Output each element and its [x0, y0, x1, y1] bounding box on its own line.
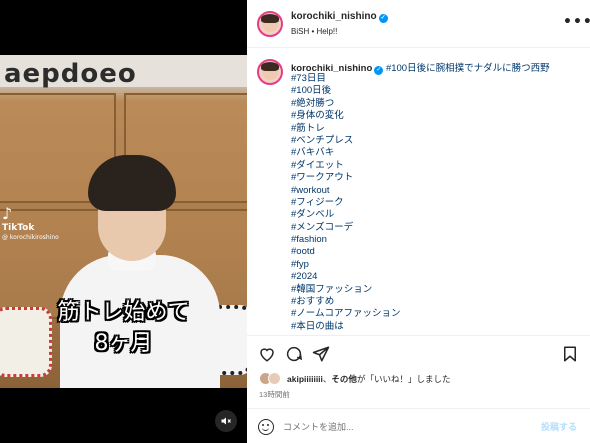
comment-bar: 投稿する — [247, 408, 590, 443]
tiktok-handle: @ korochikiroshino — [2, 234, 59, 241]
hashtag-link[interactable]: #ダンベル — [291, 209, 401, 221]
verified-badge-icon: ✓ — [378, 14, 388, 23]
hashtag-link[interactable]: #fashion — [291, 234, 401, 246]
comment-input[interactable] — [283, 419, 523, 435]
hashtag-link[interactable]: #フィジーク — [291, 197, 401, 209]
hashtag-link[interactable]: #73日目 — [291, 73, 401, 85]
more-options-icon[interactable]: ••• — [563, 14, 590, 30]
post-timestamp[interactable]: 13時間前 — [259, 389, 290, 400]
video-player[interactable]: aepdoeo ♪ TikTok @ korochikiroshino 筋トレ始… — [0, 0, 247, 443]
avatar[interactable] — [257, 11, 283, 37]
action-bar — [247, 335, 590, 371]
header-username[interactable]: korochiki_nishino ✓ — [291, 11, 388, 23]
hashtag-link[interactable]: #韓国ファッション — [291, 284, 401, 296]
emoji-icon[interactable] — [258, 419, 274, 435]
hashtag-list: #73日目 #100日後 #絶対勝つ #身体の変化 #筋トレ #ベンチプレス #バキバキ #ダ… — [291, 73, 401, 333]
hashtag-link[interactable]: #ノームコアファッション — [291, 308, 401, 320]
hashtag-link[interactable]: #ベンチプレス — [291, 135, 401, 147]
hashtag-link[interactable]: #本日の曲は — [291, 321, 401, 333]
hashtag-link[interactable]: #100日後 — [291, 85, 401, 97]
hashtag-link[interactable]: #ootd — [291, 246, 401, 258]
post-header: korochiki_nishino ✓ BiSH • Help!! ••• — [247, 0, 590, 48]
wall-lettering: aepdoeo — [4, 59, 137, 89]
hashtag-link[interactable]: #バキバキ — [291, 147, 401, 159]
hashtag-link[interactable]: #おすすめ — [291, 296, 401, 308]
hashtag-link[interactable]: #ダイエット — [291, 160, 401, 172]
hashtag-link[interactable]: #メンズコーデ — [291, 222, 401, 234]
video-caption-line2: 8ヶ月 — [94, 331, 153, 356]
hashtag-link[interactable]: #身体の変化 — [291, 110, 401, 122]
liker-avatar[interactable] — [268, 372, 281, 385]
hashtag-link[interactable]: #100日後に腕相撲でナダルに勝つ西野 — [386, 63, 550, 74]
post-comment-button[interactable]: 投稿する — [541, 420, 577, 433]
hashtag-link[interactable]: #workout — [291, 185, 401, 197]
tiktok-watermark: ♪ TikTok @ korochikiroshino — [2, 204, 59, 241]
heart-icon[interactable] — [258, 345, 276, 363]
speaker-muted-icon[interactable] — [215, 410, 237, 432]
tiktok-logo: TikTok — [2, 223, 35, 233]
share-icon[interactable] — [312, 345, 330, 363]
likes-text[interactable]: 、その他が「いいね！」しました — [323, 374, 451, 384]
caption-avatar[interactable] — [257, 59, 283, 85]
hashtag-link[interactable]: #2024 — [291, 271, 401, 283]
hashtag-link[interactable]: #fyp — [291, 259, 401, 271]
hashtag-link[interactable]: #ワークアウト — [291, 172, 401, 184]
caption-area: korochiki_nishino ✓ #100日後に腕相撲でナダルに勝つ西野 #… — [247, 49, 590, 334]
video-caption-line1: 筋トレ始めて — [57, 300, 190, 325]
liker-username[interactable]: akipiiiiiiii — [287, 374, 323, 384]
tiktok-note-icon: ♪ — [2, 204, 13, 223]
bookmark-icon[interactable] — [561, 345, 579, 363]
hashtag-link[interactable]: #絶対勝つ — [291, 98, 401, 110]
comment-icon[interactable] — [285, 345, 303, 363]
hashtag-link[interactable]: #筋トレ — [291, 123, 401, 135]
post-panel: korochiki_nishino ✓ BiSH • Help!! ••• kor… — [247, 0, 590, 443]
header-audio[interactable]: BiSH • Help!! — [291, 27, 337, 36]
